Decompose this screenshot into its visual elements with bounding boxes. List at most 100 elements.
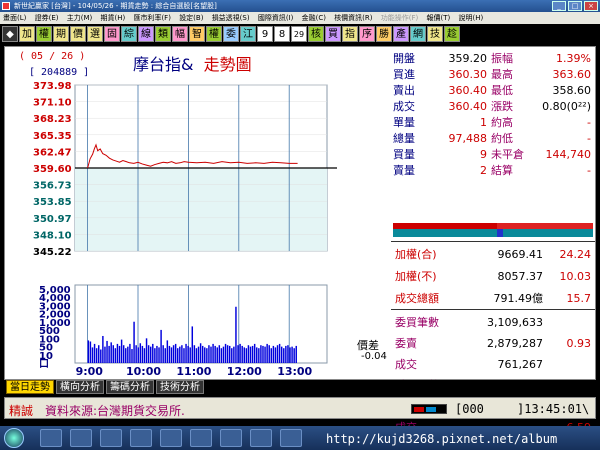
toolbar-button-5[interactable]: 選 — [87, 26, 103, 42]
volume-bar — [270, 348, 273, 363]
price-tick-label: 365.35 — [33, 131, 72, 142]
taskbar-app-6[interactable] — [190, 429, 212, 447]
toolbar-button-7[interactable]: 綜 — [121, 26, 137, 42]
volume-bar — [249, 346, 252, 363]
quote-label-2: 約高 — [491, 116, 513, 129]
volume-bar — [266, 343, 268, 363]
menu-item-finance[interactable]: 金融(C) — [299, 12, 329, 24]
toolbar-button-12[interactable]: 權 — [206, 26, 222, 42]
menu-item-intl-info[interactable]: 國際資訊(I) — [255, 12, 297, 24]
toolbar-button-22[interactable]: 勝 — [376, 26, 392, 42]
price-volume-chart[interactable]: 373.98 371.10 368.23 365.35 362.47 359.60 356.… — [5, 47, 387, 379]
time-tick-label: 9:00 — [76, 365, 104, 378]
menu-item-main-force[interactable]: 主力(M) — [64, 12, 96, 24]
toolbar-button-19[interactable]: 買 — [325, 26, 341, 42]
maximize-button[interactable]: □ — [568, 1, 582, 11]
minimize-button[interactable]: _ — [552, 1, 566, 11]
menu-item-futures[interactable]: 期貨(H) — [97, 12, 128, 24]
price-tick-label: 371.10 — [33, 98, 72, 109]
quote-panel: 開盤 359.20 振幅 1.39% 買進 360.30 最高 363.60 賣出 360.40 最… — [389, 47, 595, 434]
toolbar-button-6[interactable]: 固 — [104, 26, 120, 42]
volume-bar — [224, 343, 227, 363]
toolbar-button-17[interactable]: 29 — [291, 26, 307, 42]
volume-bar — [185, 343, 187, 363]
volume-bar — [274, 347, 277, 363]
toolbar-button-25[interactable]: 技 — [427, 26, 443, 42]
toolbar-button-9[interactable]: 類 — [155, 26, 171, 42]
toolbar-button-20[interactable]: 指 — [342, 26, 358, 42]
volume-bar — [147, 345, 150, 363]
index-row: 成交總額 791.49億 15.7 — [391, 291, 595, 306]
menu-item-quotes[interactable]: 報價(T) — [423, 12, 453, 24]
menu-item-view[interactable]: 畫面(L) — [0, 12, 29, 24]
volume-bar — [201, 345, 204, 363]
volume-bar — [168, 345, 171, 363]
tab-intraday[interactable]: 當日走勢 — [6, 380, 54, 394]
taskbar-app-5[interactable] — [160, 429, 182, 447]
start-button[interactable] — [4, 428, 24, 448]
volume-bar — [195, 348, 198, 363]
toolbar-button-24[interactable]: 網 — [410, 26, 426, 42]
volume-bar — [156, 345, 158, 363]
tab-technical-analysis[interactable]: 技術分析 — [156, 380, 204, 394]
toolbar-button-4[interactable]: 價 — [70, 26, 86, 42]
quote-value-2: - — [587, 132, 591, 145]
quote-value: 9 — [480, 148, 487, 161]
quote-label: 買進 — [393, 68, 415, 81]
volume-bar — [106, 340, 108, 363]
taskbar-app-9[interactable] — [280, 429, 302, 447]
menu-item-settings[interactable]: 設定(B) — [176, 12, 206, 24]
volume-bar — [131, 349, 133, 363]
taskbar-app-3[interactable] — [100, 429, 122, 447]
menu-item-fx-rates[interactable]: 匯市利率(F) — [130, 12, 174, 24]
volume-bar — [197, 346, 200, 363]
toolbar-button-26[interactable]: 趁 — [444, 26, 460, 42]
toolbar-button-15[interactable]: 9 — [257, 26, 273, 42]
menu-item-price-info[interactable]: 核價資訊(R) — [331, 12, 375, 24]
menu-item-profit-loss[interactable]: 損益透視(S) — [209, 12, 253, 24]
toolbar-button-3[interactable]: 期 — [53, 26, 69, 42]
price-tick-label: 356.73 — [33, 181, 72, 192]
app-icon — [2, 2, 10, 10]
toolbar-button-21[interactable]: 序 — [359, 26, 375, 42]
toolbar-button-10[interactable]: 幅 — [172, 26, 188, 42]
toolbar-button-11[interactable]: 智 — [189, 26, 205, 42]
volume-bar — [172, 345, 175, 363]
toolbar-button-16[interactable]: 8 — [274, 26, 290, 42]
toolbar-home-button[interactable]: ◆ — [2, 26, 18, 42]
order-label: 委賣 — [395, 337, 417, 350]
taskbar-app-7[interactable] — [220, 429, 242, 447]
title-bar: 新世紀贏家 [台灣] - 104/05/26 - 期貨走勢 : 綜合自選股[名望… — [0, 0, 600, 12]
quote-label: 單量 — [393, 116, 415, 129]
volume-bar — [162, 345, 164, 363]
tab-chip-analysis[interactable]: 籌碼分析 — [106, 380, 154, 394]
tab-horizontal-analysis[interactable]: 橫向分析 — [56, 380, 104, 394]
quote-row: 賣出 360.40 最低 358.60 — [391, 83, 595, 98]
price-tick-label: 359.60 — [33, 164, 72, 175]
toolbar-button-1[interactable]: 加 — [19, 26, 35, 42]
menu-item-help[interactable]: 說明(H) — [455, 12, 486, 24]
close-button[interactable]: × — [584, 1, 598, 11]
toolbar-button-2[interactable]: 權 — [36, 26, 52, 42]
volume-bar — [262, 345, 264, 363]
taskbar-app-4[interactable] — [130, 429, 152, 447]
toolbar-button-13[interactable]: 委 — [223, 26, 239, 42]
taskbar-app-2[interactable] — [70, 429, 92, 447]
quote-separator — [391, 309, 595, 310]
volume-bar — [251, 345, 254, 363]
quote-value-2: 363.60 — [552, 68, 592, 81]
toolbar-button-8[interactable]: 線 — [138, 26, 154, 42]
volume-bar — [272, 345, 275, 363]
time-tick-label: 12:00 — [227, 365, 262, 378]
taskbar-app-8[interactable] — [250, 429, 272, 447]
toolbar-button-18[interactable]: 核 — [308, 26, 324, 42]
menu-item-securities[interactable]: 證券(E) — [32, 12, 62, 24]
quote-label: 賣量 — [393, 164, 415, 177]
toolbar-button-23[interactable]: 產 — [393, 26, 409, 42]
menu-item-functions[interactable]: 功能操作(F) — [378, 12, 422, 24]
volume-bar — [241, 345, 243, 363]
view-tabs: 當日走勢 橫向分析 籌碼分析 技術分析 — [4, 380, 596, 394]
taskbar-app-1[interactable] — [40, 429, 62, 447]
volume-bar — [95, 348, 98, 363]
toolbar-button-14[interactable]: 江 — [240, 26, 256, 42]
